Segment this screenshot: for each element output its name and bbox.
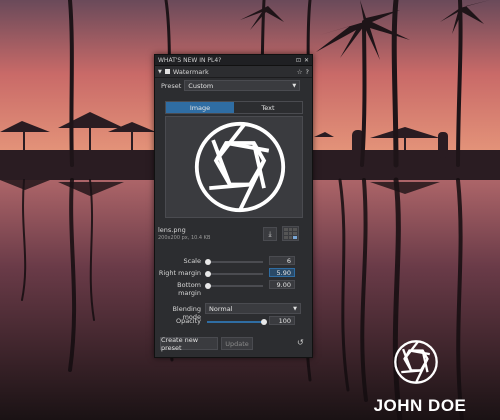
watermark-panel: WHAT'S NEW IN PL4? ⊡ ✕ ▼ Watermark ☆ ? P… xyxy=(154,54,313,358)
bottom-margin-knob[interactable] xyxy=(205,283,211,289)
panel-titlebar: WHAT'S NEW IN PL4? ⊡ ✕ xyxy=(155,55,312,66)
star-icon[interactable]: ☆ xyxy=(297,68,303,76)
watermark-preview xyxy=(165,116,303,218)
folder-icon: ⤓ xyxy=(268,229,272,238)
section-header[interactable]: ▼ Watermark ☆ ? xyxy=(155,66,312,78)
update-button[interactable]: Update xyxy=(221,337,253,350)
blending-mode-value: Normal xyxy=(209,304,233,313)
enable-toggle[interactable] xyxy=(164,69,170,74)
section-title: Watermark xyxy=(172,67,209,76)
blending-mode-dropdown[interactable]: Normal ▼ xyxy=(205,303,301,314)
tab-text[interactable]: Text xyxy=(234,102,302,113)
right-margin-slider[interactable] xyxy=(205,271,263,277)
scale-label: Scale xyxy=(183,257,202,265)
right-margin-knob[interactable] xyxy=(205,271,211,277)
right-margin-input[interactable]: 5.90 xyxy=(269,268,295,277)
preset-label: Preset xyxy=(161,81,182,90)
opacity-input[interactable]: 100 xyxy=(269,316,295,325)
panel-title: WHAT'S NEW IN PL4? xyxy=(158,56,222,64)
collapse-arrow-icon[interactable]: ▼ xyxy=(158,69,162,75)
grid-cell-icon xyxy=(284,228,288,231)
bottom-margin-slider[interactable] xyxy=(205,283,263,289)
brand-name: JOHN DOE xyxy=(373,396,467,415)
bottom-margin-label: Bottom margin xyxy=(177,281,201,297)
chevron-down-icon: ▼ xyxy=(292,82,297,89)
float-icon[interactable]: ⊡ xyxy=(296,57,301,64)
file-info: lens.png 200x200 px, 10.4 KB xyxy=(158,226,210,241)
aperture-icon xyxy=(194,121,286,213)
chevron-down-icon: ▼ xyxy=(293,305,297,312)
scale-knob[interactable] xyxy=(205,259,211,265)
opacity-knob[interactable] xyxy=(261,319,267,325)
preset-value: Custom xyxy=(188,81,214,90)
preset-dropdown[interactable]: Custom ▼ xyxy=(184,80,301,91)
tab-bar: Image Text xyxy=(165,101,303,114)
close-icon[interactable]: ✕ xyxy=(304,57,309,64)
aperture-logo xyxy=(394,340,438,384)
scale-input[interactable]: 6 xyxy=(269,256,295,265)
opacity-slider[interactable] xyxy=(207,319,267,325)
opacity-label: Opacity xyxy=(175,317,201,325)
scale-slider[interactable] xyxy=(205,259,263,265)
file-name: lens.png xyxy=(158,226,186,234)
help-icon[interactable]: ? xyxy=(306,68,309,76)
reset-icon[interactable]: ↺ xyxy=(297,338,304,347)
bottom-margin-input[interactable]: 9.00 xyxy=(269,280,295,289)
right-margin-label: Right margin xyxy=(158,269,201,277)
tab-image[interactable]: Image xyxy=(166,102,234,113)
open-file-button[interactable]: ⤓ xyxy=(263,227,277,241)
position-grid-button[interactable] xyxy=(282,226,299,241)
file-meta: 200x200 px, 10.4 KB xyxy=(158,235,211,241)
create-preset-button[interactable]: Create new preset xyxy=(160,336,218,352)
